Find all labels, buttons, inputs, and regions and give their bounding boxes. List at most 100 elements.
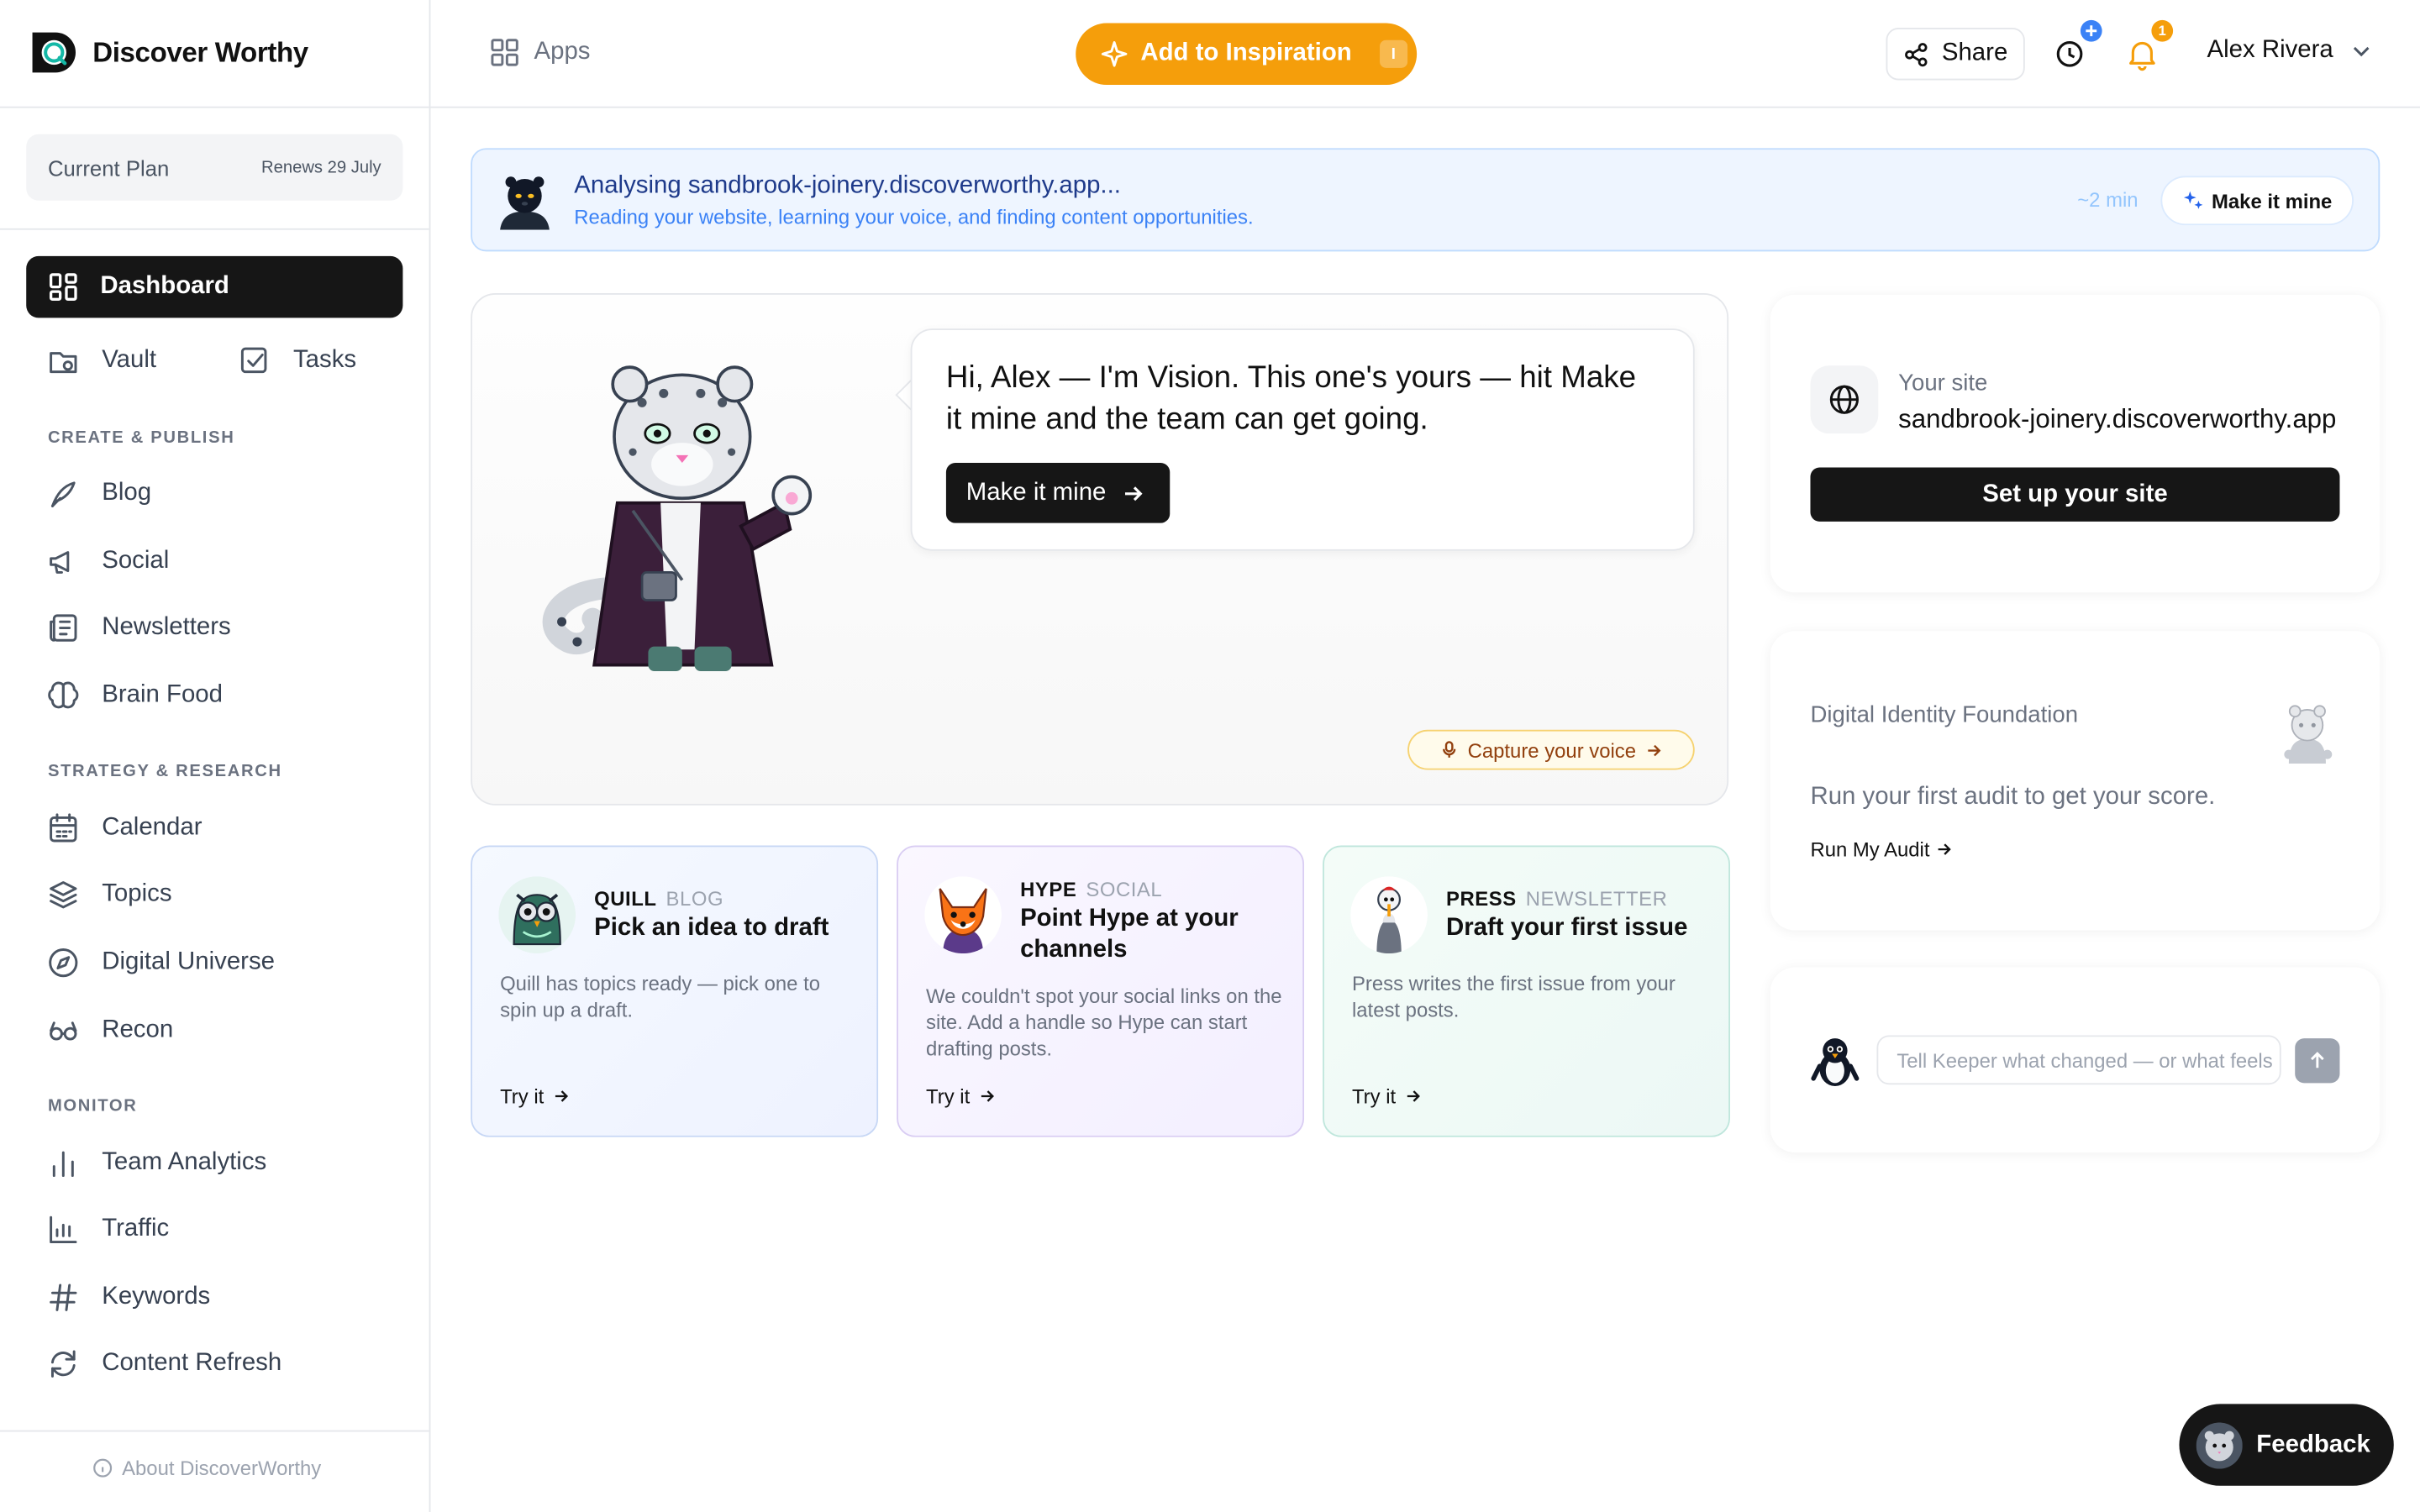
sidebar-item-label: Brain Food [102,681,223,709]
apps-button[interactable]: Apps [489,37,590,68]
divider [0,1430,429,1432]
make-it-mine-label: Make it mine [2212,188,2333,213]
clock-icon [2056,40,2083,67]
banner-title: Analysing sandbrook-joinery.discoverwort… [574,172,1121,199]
sidebar-item-blog[interactable]: Blog [46,477,151,511]
try-it-link[interactable]: Try it [926,1084,996,1108]
set-up-site-button[interactable]: Set up your site [1810,467,2340,522]
sidebar-item-topics[interactable]: Topics [46,878,172,911]
quill-avatar [498,876,576,954]
arrow-right-icon [1124,486,1143,501]
sidebar-item-team-analytics[interactable]: Team Analytics [46,1147,266,1180]
about-link[interactable]: About DiscoverWorthy [92,1456,322,1480]
current-plan[interactable]: Current Plan Renews 29 July [26,134,403,201]
sidebar-item-keywords[interactable]: Keywords [46,1280,210,1314]
app-name: Discover Worthy [92,36,308,67]
sidebar-item-newsletters[interactable]: Newsletters [46,611,231,644]
agent-description: We couldn't spot your social links on th… [926,984,1282,1060]
user-menu[interactable]: Alex Rivera [2207,37,2374,65]
sidebar: Discover Worthy Current Plan Renews 29 J… [0,0,431,1512]
your-site-card: Your site sandbrook-joinery.discoverwort… [1770,294,2381,593]
owl-icon [498,876,576,954]
try-it-link[interactable]: Try it [1352,1084,1422,1108]
sidebar-item-brain-food[interactable]: Brain Food [46,679,223,712]
try-it-link[interactable]: Try it [500,1084,570,1108]
agent-card-press[interactable]: PRESS NEWSLETTER Draft your first issue P… [1323,845,1730,1137]
agent-category: NEWSLETTER [1525,887,1668,911]
keeper-input[interactable] [1876,1035,2281,1085]
site-url: sandbrook-joinery.discoverworthy.app [1898,404,2337,434]
banner-make-it-mine-button[interactable]: Make it mine [2160,176,2354,226]
feedback-button[interactable]: Feedback [2179,1404,2394,1486]
dashboard-icon [49,273,77,301]
arrow-right-icon [981,1090,995,1102]
sidebar-item-recon[interactable]: Recon [46,1014,173,1047]
sidebar-item-label: Blog [102,480,152,507]
agent-title: Draft your first issue [1446,915,1688,942]
banner-eta: ~2 min [2077,188,2139,212]
mic-icon [1442,741,1456,758]
send-button[interactable] [2295,1038,2340,1084]
make-it-mine-button[interactable]: Make it mine [945,463,1171,523]
agent-description: Press writes the first issue from your l… [1351,972,1676,1021]
sparkle-icon [2183,191,2203,209]
sidebar-item-label: Team Analytics [102,1149,267,1176]
site-label: Your site [1898,370,1988,397]
sidebar-item-label: Keywords [102,1284,211,1310]
plus-icon [2086,25,2097,37]
try-it-label: Try it [926,1084,971,1108]
share-button[interactable]: Share [1886,28,2025,81]
fox-icon [924,876,1002,954]
arrow-right-icon [1407,1090,1421,1102]
capture-voice-label: Capture your voice [1467,738,1637,762]
arrow-up-icon [2311,1052,2324,1068]
divider [0,228,429,230]
sidebar-item-label: Traffic [102,1215,170,1242]
sidebar-item-dashboard[interactable]: Dashboard [26,255,403,318]
section-heading: STRATEGY & RESEARCH [47,762,282,781]
sidebar-item-label: Calendar [102,814,203,842]
press-avatar [1350,876,1428,954]
universe-icon [49,948,78,978]
banner-subtitle: Reading your website, learning your voic… [574,205,1254,228]
sidebar-item-digital-universe[interactable]: Digital Universe [46,946,275,979]
about-label: About DiscoverWorthy [122,1456,322,1480]
capture-voice-button[interactable]: Capture your voice [1407,729,1695,770]
sidebar-item-content-refresh[interactable]: Content Refresh [46,1347,281,1380]
agent-card-hype[interactable]: HYPE SOCIAL Point Hype at your channels W… [897,845,1305,1137]
identity-title: Digital Identity Foundation [1810,701,2079,728]
run-audit-label: Run My Audit [1810,837,1930,861]
divider [0,106,429,108]
agent-name-text: PRESS [1446,887,1517,911]
sidebar-item-social[interactable]: Social [46,544,169,578]
arrow-right-icon [555,1090,569,1102]
sidebar-item-tasks[interactable]: Tasks [238,344,356,378]
add-to-inspiration-label: Add to Inspiration [1140,39,1352,66]
notifications-button[interactable] [2125,37,2159,71]
run-audit-link[interactable]: Run My Audit [1810,837,1953,861]
add-to-inspiration-button[interactable]: Add to Inspiration I [1076,23,1418,86]
shortcut-key: I [1379,39,1407,68]
sidebar-item-traffic[interactable]: Traffic [46,1213,169,1247]
apps-icon [491,39,518,66]
sparkle-icon [1101,41,1128,67]
agent-title: Pick an idea to draft [594,915,829,942]
sidebar-item-vault[interactable]: Vault [46,344,156,378]
app-logo[interactable]: Discover Worthy [28,28,308,77]
history-button[interactable] [2053,37,2086,71]
agent-card-quill[interactable]: QUILL BLOG Pick an idea to draft Quill ha… [471,845,879,1137]
traffic-icon [50,1215,77,1244]
analysis-banner: Analysing sandbrook-joinery.discoverwort… [471,148,2381,252]
leopard-mini-image [2284,705,2333,764]
agent-name: HYPE SOCIAL [1020,878,1162,901]
agent-name: PRESS NEWSLETTER [1446,887,1667,911]
keeper-chat-card [1770,967,2381,1153]
penguin-avatar-icon [1811,1038,1860,1087]
vision-message: Hi, Alex — I'm Vision. This one's yours … [945,360,1637,437]
logo-icon [32,32,76,73]
try-it-label: Try it [1351,1084,1397,1108]
share-label: Share [1941,39,2008,66]
leopard-face-icon [2196,1421,2243,1468]
sidebar-item-calendar[interactable]: Calendar [46,811,202,845]
vault-icon [50,352,77,374]
